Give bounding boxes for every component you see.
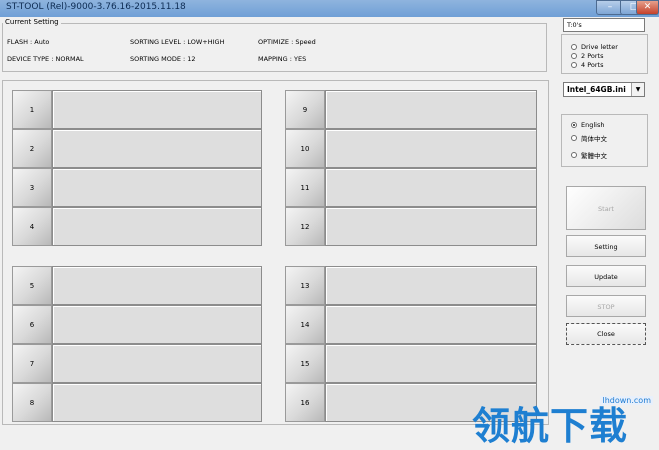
port-number: 8 bbox=[12, 383, 52, 422]
port-status-box bbox=[325, 168, 537, 207]
radio-4-ports[interactable]: 4 Ports bbox=[571, 61, 603, 69]
port-status-box bbox=[325, 266, 537, 305]
current-setting-group bbox=[2, 23, 547, 72]
current-setting-label: Current Setting bbox=[3, 18, 61, 26]
port-number: 3 bbox=[12, 168, 52, 207]
watermark: 领航下载 lhdown.com bbox=[470, 385, 659, 448]
port-number: 1 bbox=[12, 90, 52, 129]
radio-circle bbox=[571, 135, 577, 141]
radio-label: 简体中文 bbox=[581, 135, 607, 143]
port-status-box bbox=[325, 207, 537, 246]
radio-simplified-chinese[interactable]: 简体中文 bbox=[571, 133, 607, 143]
timer-display: T:0's bbox=[563, 18, 645, 32]
port-status-box bbox=[52, 90, 262, 129]
port-number: 15 bbox=[285, 344, 325, 383]
port-status-box bbox=[52, 305, 262, 344]
ini-select-value: Intel_64GB.ini bbox=[567, 85, 626, 94]
port-status-box bbox=[52, 129, 262, 168]
stop-button[interactable]: STOP bbox=[566, 295, 646, 317]
port-status-box bbox=[52, 344, 262, 383]
title-bar: ST-TOOL (Rel)-9000-3.76.16-2015.11.18 – … bbox=[0, 0, 659, 17]
port-number: 6 bbox=[12, 305, 52, 344]
port-status-box bbox=[52, 266, 262, 305]
port-number: 16 bbox=[285, 383, 325, 422]
sorting-mode-setting: SORTING MODE : 12 bbox=[130, 55, 196, 63]
radio-circle bbox=[571, 44, 577, 50]
port-number: 14 bbox=[285, 305, 325, 344]
watermark-url: lhdown.com bbox=[600, 396, 653, 405]
port-status-box bbox=[325, 90, 537, 129]
sorting-level-setting: SORTING LEVEL : LOW+HIGH bbox=[130, 38, 225, 46]
chevron-down-icon[interactable]: ▼ bbox=[631, 83, 644, 96]
port-status-box bbox=[325, 305, 537, 344]
radio-label: 4 Ports bbox=[581, 61, 604, 69]
port-status-box bbox=[52, 383, 262, 422]
optimize-setting: OPTIMIZE : Speed bbox=[258, 38, 316, 46]
radio-circle bbox=[571, 53, 577, 59]
port-number: 12 bbox=[285, 207, 325, 246]
radio-circle-checked bbox=[571, 122, 577, 128]
radio-label: 2 Ports bbox=[581, 52, 604, 60]
port-number: 10 bbox=[285, 129, 325, 168]
port-status-box bbox=[325, 129, 537, 168]
port-number: 2 bbox=[12, 129, 52, 168]
port-number: 5 bbox=[12, 266, 52, 305]
radio-circle bbox=[571, 62, 577, 68]
radio-drive-letter[interactable]: Drive letter bbox=[571, 43, 618, 51]
ini-select[interactable]: Intel_64GB.ini ▼ bbox=[563, 82, 645, 97]
radio-traditional-chinese[interactable]: 繁體中文 bbox=[571, 150, 607, 160]
update-button[interactable]: Update bbox=[566, 265, 646, 287]
port-number: 7 bbox=[12, 344, 52, 383]
port-number: 11 bbox=[285, 168, 325, 207]
radio-label: 繁體中文 bbox=[581, 152, 607, 160]
port-status-box bbox=[52, 168, 262, 207]
window-title: ST-TOOL (Rel)-9000-3.76.16-2015.11.18 bbox=[6, 2, 186, 12]
mapping-setting: MAPPING : YES bbox=[258, 55, 307, 63]
start-button[interactable]: Start bbox=[566, 186, 646, 230]
radio-label: Drive letter bbox=[581, 43, 618, 51]
radio-circle bbox=[571, 152, 577, 158]
close-button[interactable]: Close bbox=[566, 323, 646, 345]
device-type-setting: DEVICE TYPE : NORMAL bbox=[7, 55, 84, 63]
port-status-box bbox=[325, 344, 537, 383]
port-number: 4 bbox=[12, 207, 52, 246]
port-status-box bbox=[52, 207, 262, 246]
radio-english[interactable]: English bbox=[571, 121, 604, 129]
setting-button[interactable]: Setting bbox=[566, 235, 646, 257]
radio-label: English bbox=[581, 121, 605, 129]
close-window-button[interactable]: ✕ bbox=[636, 0, 659, 15]
flash-setting: FLASH : Auto bbox=[7, 38, 50, 46]
radio-2-ports[interactable]: 2 Ports bbox=[571, 52, 603, 60]
port-number: 13 bbox=[285, 266, 325, 305]
port-number: 9 bbox=[285, 90, 325, 129]
